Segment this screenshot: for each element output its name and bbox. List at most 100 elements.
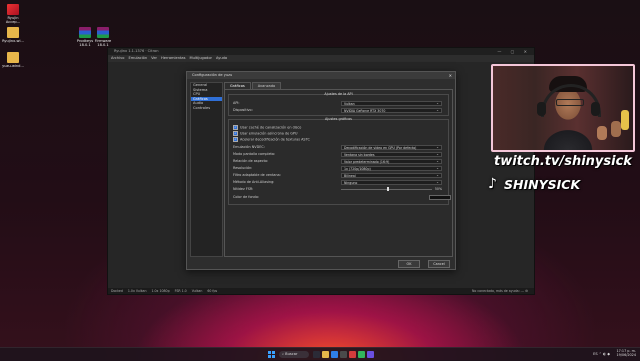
- resolution-row: Resolución: 1x (720p/1080p): [233, 166, 444, 171]
- sidebar-item-controles[interactable]: Controles: [191, 106, 222, 111]
- api-row: API: Vulkan: [233, 101, 444, 106]
- fsr-slider-handle[interactable]: [386, 187, 389, 191]
- device-row: Dispositivo: NVIDIA GeForce RTX 3070: [233, 108, 444, 113]
- menu-ayuda[interactable]: Ayuda: [216, 55, 227, 62]
- menu-multijugador[interactable]: Multijugador: [190, 55, 213, 62]
- aspect-select[interactable]: Valor predeterminado (16:9): [341, 159, 442, 164]
- desktop-icon-label: yuzu-wind...: [2, 64, 24, 68]
- resolution-label: Resolución:: [233, 166, 253, 170]
- headset-earcup-left: [537, 102, 546, 116]
- tab-avanzado[interactable]: Avanzado: [251, 82, 282, 89]
- status-item[interactable]: 1.0x Vulkan: [128, 288, 147, 294]
- checkmark-icon: ✓: [233, 125, 238, 130]
- bg-color-label: Color de fondo:: [233, 195, 260, 199]
- filter-select[interactable]: Bilineal: [341, 173, 442, 178]
- close-icon[interactable]: ✕: [449, 72, 452, 79]
- desktop-icon-ryujinx-folder[interactable]: Ryujinx-wi...: [1, 27, 25, 43]
- webcam-overlay: [491, 64, 635, 152]
- fsr-slider[interactable]: [341, 187, 432, 191]
- dialog-title-bar[interactable]: Configuración de yuzu ✕: [187, 72, 455, 79]
- bg-color-button[interactable]: [429, 195, 451, 200]
- thumbs-up-hand: [611, 121, 621, 137]
- search-placeholder: Buscar: [285, 352, 298, 356]
- windows-start-icon[interactable]: [268, 351, 275, 358]
- checkmark-icon: ✓: [233, 137, 238, 142]
- status-item[interactable]: FSR 1.0: [175, 288, 187, 294]
- status-item[interactable]: 1.0x 1080p: [151, 288, 169, 294]
- taskbar: ⌕ Buscar ES ⌃ ◐ ◆ 17:17 p. m. 19/06/2024: [0, 347, 640, 361]
- checkbox-label: Usar emulación asíncrona de GPU: [240, 131, 298, 136]
- status-right-text: No conectado, más de ayuda: --- ⚙: [472, 289, 528, 293]
- fullscreen-select[interactable]: Ventana sin bordes: [341, 152, 442, 157]
- taskbar-search[interactable]: ⌕ Buscar: [279, 351, 309, 358]
- aspect-label: Relación de aspecto:: [233, 159, 269, 163]
- menu-archivo[interactable]: Archivo: [111, 55, 124, 62]
- ok-button[interactable]: OK: [398, 260, 420, 268]
- async-gpu-checkbox[interactable]: ✓ Usar emulación asíncrona de GPU: [233, 131, 297, 136]
- tiktok-icon: ♪: [488, 176, 497, 192]
- graphics-panel: Ajustes de la API API: Vulkan Dispositiv…: [224, 89, 453, 257]
- edge-icon[interactable]: [331, 351, 338, 358]
- status-item[interactable]: Vulkan: [192, 288, 203, 294]
- antialias-row: Método de Anti-Aliasing: Ninguno: [233, 180, 444, 185]
- window-controls[interactable]: — ▢ ✕: [497, 48, 531, 55]
- desktop-icon-firmware[interactable]: Firmware 18.0.1: [91, 27, 115, 47]
- desktop-icon-label: Ryujin Accep...: [5, 16, 21, 25]
- fsr-value: 50%: [434, 187, 442, 191]
- status-item[interactable]: Docked: [111, 288, 123, 294]
- emulator-status-bar: Docked 1.0x Vulkan 1.0x 1080p FSR 1.0 Vu…: [108, 288, 534, 294]
- api-select[interactable]: Vulkan: [341, 101, 442, 106]
- fsr-row: Nitidez FSR: 50%: [233, 187, 444, 192]
- tab-graficos[interactable]: Gráficos: [224, 82, 251, 89]
- figurine: [621, 110, 629, 130]
- glasses: [556, 99, 584, 106]
- emulator-title: Ryujinx 1.1.1376 · Citron: [114, 49, 159, 53]
- group-title: Ajustes de la API: [324, 92, 353, 96]
- group-title: Ajustes gráficos: [325, 117, 352, 121]
- obs-taskbar-icon[interactable]: [367, 351, 374, 358]
- api-label: API:: [233, 101, 240, 105]
- thumbs-up-hand: [597, 126, 607, 140]
- bg-color-row: Color de fondo:: [233, 195, 451, 200]
- twitch-handle: twitch.tv/shinysick: [494, 154, 632, 169]
- config-dialog: Configuración de yuzu ✕ General Sistema …: [186, 71, 456, 270]
- resolution-select[interactable]: 1x (720p/1080p): [341, 166, 442, 171]
- menu-emulacion[interactable]: Emulación: [128, 55, 147, 62]
- aspect-row: Relación de aspecto: Valor predeterminad…: [233, 159, 444, 164]
- system-tray[interactable]: ES ⌃ ◐ ◆: [593, 351, 610, 358]
- ryujinx-app-icon: [7, 4, 19, 15]
- menu-herramientas[interactable]: Herramientas: [161, 55, 185, 62]
- nvdec-select[interactable]: Decodificación de vídeo en GPU (Por defe…: [341, 145, 442, 150]
- ryujinx-taskbar-icon[interactable]: [349, 351, 356, 358]
- winrar-archive-icon: [97, 27, 109, 38]
- emulator-title-bar[interactable]: Ryujinx 1.1.1376 · Citron — ▢ ✕: [108, 48, 534, 55]
- nvdec-label: Emulación NVDEC:: [233, 145, 265, 149]
- tiktok-handle: SHINYSICK: [504, 177, 581, 192]
- disk-cache-checkbox[interactable]: ✓ Usar caché de canalización en disco: [233, 125, 301, 130]
- menu-ver[interactable]: Ver: [151, 55, 157, 62]
- folder-icon: [7, 52, 19, 63]
- device-select[interactable]: NVIDIA GeForce RTX 3070: [341, 108, 442, 113]
- store-icon[interactable]: [340, 351, 347, 358]
- filter-row: Filtro adaptable de ventana: Bilineal: [233, 173, 444, 178]
- dialog-title: Configuración de yuzu: [192, 73, 233, 77]
- task-view-icon[interactable]: [313, 351, 320, 358]
- desktop-icon-ryujinx[interactable]: Ryujin Accep...: [1, 4, 25, 24]
- taskbar-clock[interactable]: 17:17 p. m. 19/06/2024: [616, 349, 636, 358]
- fullscreen-row: Modo pantalla completa: Ventana sin bord…: [233, 152, 444, 157]
- filter-label: Filtro adaptable de ventana:: [233, 173, 281, 177]
- desktop-icon-yuzu-folder[interactable]: yuzu-wind...: [1, 52, 25, 68]
- config-sidebar: General Sistema CPU Gráficos Audio Contr…: [190, 82, 223, 257]
- astc-checkbox[interactable]: ✓ Acelerar decodificación de texturas AST…: [233, 137, 310, 142]
- status-item: 60 fps: [207, 289, 218, 293]
- app-taskbar-icon[interactable]: [358, 351, 365, 358]
- clock-date: 19/06/2024: [616, 353, 636, 358]
- fsr-label: Nitidez FSR:: [233, 187, 254, 191]
- desktop-icon-label: Ryujinx-wi...: [2, 39, 24, 43]
- file-explorer-icon[interactable]: [322, 351, 329, 358]
- cancel-button[interactable]: Cancel: [428, 260, 450, 268]
- antialias-label: Método de Anti-Aliasing:: [233, 180, 275, 184]
- fullscreen-label: Modo pantalla completa:: [233, 152, 276, 156]
- antialias-select[interactable]: Ninguno: [341, 180, 442, 185]
- checkbox-label: Usar caché de canalización en disco: [240, 125, 302, 130]
